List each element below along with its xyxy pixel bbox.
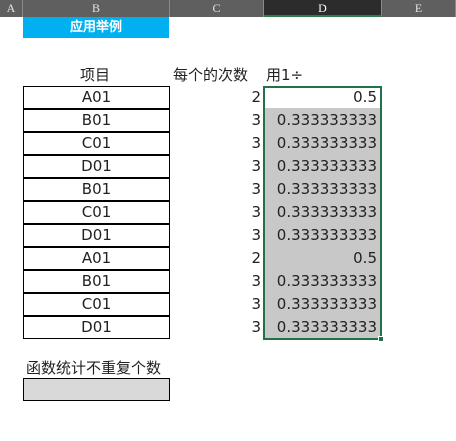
item-cell[interactable]: A01 [23, 86, 170, 109]
count-cell[interactable]: 3 [170, 316, 263, 339]
ratio-cell[interactable]: 0.333333333 [264, 270, 380, 293]
count-cell[interactable]: 2 [170, 247, 263, 270]
ratio-cell[interactable]: 0.5 [264, 247, 380, 270]
count-cell[interactable]: 3 [170, 178, 263, 201]
ratio-cell[interactable]: 0.333333333 [264, 178, 380, 201]
count-cell[interactable]: 3 [170, 132, 263, 155]
item-cell[interactable]: B01 [23, 178, 170, 201]
item-cell[interactable]: D01 [23, 316, 170, 339]
distinct-count-cell[interactable] [23, 378, 170, 401]
count-cell[interactable]: 3 [170, 201, 263, 224]
example-banner[interactable]: 应用举例 [23, 17, 169, 38]
count-cell[interactable]: 3 [170, 270, 263, 293]
column-header-c[interactable]: C [170, 0, 264, 17]
item-cell[interactable]: B01 [23, 109, 170, 132]
formula-header-label[interactable]: 用1÷ [266, 66, 303, 84]
ratio-cell[interactable]: 0.333333333 [264, 293, 380, 316]
ratio-cell[interactable]: 0.333333333 [264, 109, 380, 132]
ratio-cell[interactable]: 0.333333333 [264, 132, 380, 155]
item-cell[interactable]: C01 [23, 201, 170, 224]
column-header-e[interactable]: E [382, 0, 456, 17]
column-header-b[interactable]: B [23, 0, 170, 17]
count-cell[interactable]: 3 [170, 109, 263, 132]
count-cell[interactable]: 3 [170, 293, 263, 316]
ratio-cell[interactable]: 0.333333333 [264, 155, 380, 178]
ratio-cell[interactable]: 0.5 [264, 86, 380, 109]
item-cell[interactable]: D01 [23, 224, 170, 247]
item-cell[interactable]: B01 [23, 270, 170, 293]
item-cell[interactable]: A01 [23, 247, 170, 270]
count-cell[interactable]: 3 [170, 155, 263, 178]
column-header-a[interactable]: A [0, 0, 23, 17]
ratio-cell[interactable]: 0.333333333 [264, 224, 380, 247]
count-header-label[interactable]: 每个的次数 [173, 66, 248, 84]
ratio-cell[interactable]: 0.333333333 [264, 316, 380, 339]
fill-handle[interactable] [378, 336, 384, 342]
item-cell[interactable]: C01 [23, 132, 170, 155]
count-cell[interactable]: 3 [170, 224, 263, 247]
count-cell[interactable]: 2 [170, 86, 263, 109]
item-cell[interactable]: C01 [23, 293, 170, 316]
distinct-count-label[interactable]: 函数统计不重复个数 [26, 359, 161, 377]
item-cell[interactable]: D01 [23, 155, 170, 178]
column-header-d[interactable]: D [264, 0, 382, 17]
item-header-label[interactable]: 项目 [80, 66, 110, 84]
ratio-cell[interactable]: 0.333333333 [264, 201, 380, 224]
